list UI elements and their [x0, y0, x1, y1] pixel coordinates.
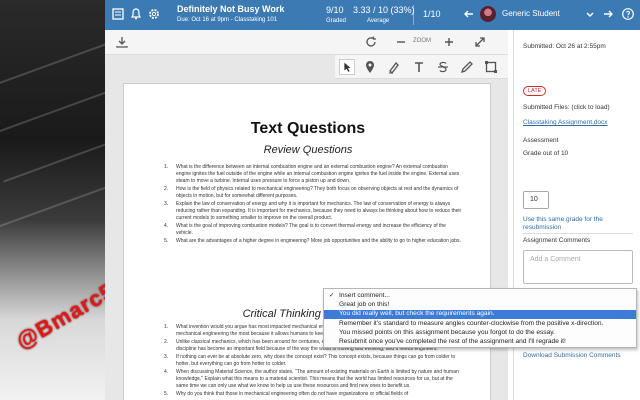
question-number: 1. — [164, 324, 169, 330]
submitted-file-link[interactable]: Classtaking Assignment.docx — [523, 119, 608, 126]
question-number: 5. — [164, 238, 169, 244]
annotation-toolbar — [335, 55, 508, 79]
avatar — [480, 6, 496, 22]
question-item: 4. What is the goal of improving combusti… — [164, 223, 464, 237]
assessment-heading: Assessment — [523, 137, 559, 144]
strikeout-icon[interactable] — [435, 59, 451, 75]
comments-heading: Assignment Comments — [523, 237, 591, 244]
question-item: 1. What is the difference between an inte… — [164, 164, 464, 185]
question-item: 3. If nothing can ever be at absolute zer… — [164, 354, 464, 368]
download-comments-link[interactable]: Download Submission Comments — [523, 352, 621, 359]
question-text: Explain the law of conservation of energ… — [176, 201, 462, 221]
fullscreen-icon[interactable] — [473, 35, 487, 49]
help-icon[interactable] — [621, 7, 635, 21]
bell-icon[interactable] — [129, 7, 143, 21]
comment-input[interactable]: Add a Comment — [523, 250, 633, 284]
text-icon[interactable] — [411, 59, 427, 75]
graded-count: 9/10 — [326, 5, 344, 15]
sidebar-divider — [523, 233, 633, 234]
menu-item-label: Resubmit once you've completed the rest … — [339, 338, 566, 345]
speedgrader-window: Definitely Not Busy Work Due: Oct 16 at … — [105, 0, 640, 400]
grade-input[interactable]: 10 — [523, 191, 549, 209]
arrow-right-icon[interactable] — [601, 7, 615, 21]
header-bar: Definitely Not Busy Work Due: Oct 16 at … — [105, 0, 640, 30]
question-text: Why do you think that those in mechanica… — [176, 391, 409, 397]
wallpaper-watermark: @Bmarc56 — [11, 271, 105, 354]
question-item: 5. Why do you think that those in mechani… — [164, 391, 464, 398]
reuse-grade-link[interactable]: Use this same grade for the resubmission — [523, 216, 633, 232]
chevron-down-icon[interactable] — [583, 7, 597, 21]
question-number: 1. — [164, 164, 169, 170]
graded-label: Graded — [326, 18, 347, 24]
question-text: What is the goal of improving combustion… — [176, 223, 446, 236]
comment-menu-item[interactable]: Remember it's standard to measure angles… — [324, 320, 636, 328]
submitted-files-label: Submitted Files: (click to load) — [523, 104, 610, 111]
assignment-title[interactable]: Definitely Not Busy Work — [177, 4, 284, 14]
highlighter-icon[interactable] — [386, 59, 402, 75]
comment-library-menu: ✓ Insert comment... Great job on this! You … — [323, 288, 637, 348]
zoom-out-icon[interactable] — [394, 35, 408, 49]
zoom-label: ZOOM — [413, 38, 431, 44]
menu-item-label: You did really well, but check the requi… — [339, 310, 495, 318]
box-icon[interactable] — [483, 59, 499, 75]
arrow-left-icon[interactable] — [462, 7, 476, 21]
question-number: 4. — [164, 369, 169, 375]
viewer-toolbar: ZOOM — [105, 30, 508, 55]
question-text: If nothing can ever be at absolute zero,… — [176, 354, 456, 367]
question-item: 4. When discussing Material Science, the … — [164, 369, 464, 390]
question-item: 2. How is the field of physics related to… — [164, 186, 464, 200]
zoom-in-icon[interactable] — [442, 35, 456, 49]
desktop-wallpaper: @Bmarc56 — [0, 0, 105, 400]
late-badge: LATE — [523, 86, 547, 96]
gradebook-icon[interactable] — [111, 7, 125, 21]
document-title: Text Questions — [250, 120, 366, 137]
document-viewer[interactable]: Text Questions Review Questions 1. What i… — [105, 55, 508, 400]
checkmark-icon: ✓ — [329, 292, 335, 299]
question-text: When discussing Material Science, the au… — [176, 369, 459, 389]
question-number: 3. — [164, 354, 169, 360]
question-text: How is the field of physics related to m… — [176, 186, 459, 199]
question-text: What are the advantages of a higher degr… — [176, 238, 461, 244]
download-icon[interactable] — [115, 35, 129, 49]
question-number: 2. — [164, 339, 169, 345]
review-questions-heading: Review Questions — [263, 144, 353, 156]
due-date: Due: Oct 16 at 9pm - Classtaking 101 — [177, 17, 278, 23]
student-selector[interactable]: Generic Student — [502, 9, 560, 18]
question-number: 4. — [164, 223, 169, 229]
pen-icon[interactable] — [459, 59, 475, 75]
comment-menu-item[interactable]: Great job on this! — [324, 301, 636, 309]
pin-icon[interactable] — [362, 59, 378, 75]
question-item: 3. Explain the law of conservation of ene… — [164, 201, 464, 222]
comment-menu-item[interactable]: You did really well, but check the requi… — [324, 310, 636, 319]
question-number: 5. — [164, 391, 169, 397]
gear-icon[interactable] — [147, 7, 161, 21]
comment-menu-item[interactable]: ✓ Insert comment... — [324, 292, 636, 300]
document-page[interactable]: Text Questions Review Questions 1. What i… — [123, 83, 491, 400]
review-question-list: 1. What is the difference between an inte… — [164, 164, 464, 246]
header-divider — [413, 5, 414, 25]
student-position: 1/10 — [423, 9, 441, 19]
pointer-icon[interactable] — [339, 59, 355, 75]
average-label: Average — [367, 18, 390, 24]
menu-item-label: Remember it's standard to measure angles… — [339, 319, 604, 327]
comment-menu-item[interactable]: You missed points on this assignment bec… — [324, 329, 636, 337]
question-item: 5. What are the advantages of a higher de… — [164, 238, 464, 245]
rotate-icon[interactable] — [364, 35, 378, 49]
menu-item-label: You missed points on this assignment bec… — [339, 328, 555, 336]
menu-item-label: Insert comment... — [339, 292, 390, 299]
submitted-date: Submitted: Oct 26 at 2:55pm — [523, 43, 606, 50]
question-number: 2. — [164, 186, 169, 192]
menu-item-label: Great job on this! — [339, 301, 390, 309]
average-score: 3.33 / 10 (33%) — [353, 5, 415, 15]
question-text: What is the difference between an intern… — [176, 164, 460, 184]
question-number: 3. — [164, 201, 169, 207]
comment-menu-item[interactable]: Resubmit once you've completed the rest … — [324, 338, 636, 346]
grade-out-of-label: Grade out of 10 — [523, 150, 569, 157]
